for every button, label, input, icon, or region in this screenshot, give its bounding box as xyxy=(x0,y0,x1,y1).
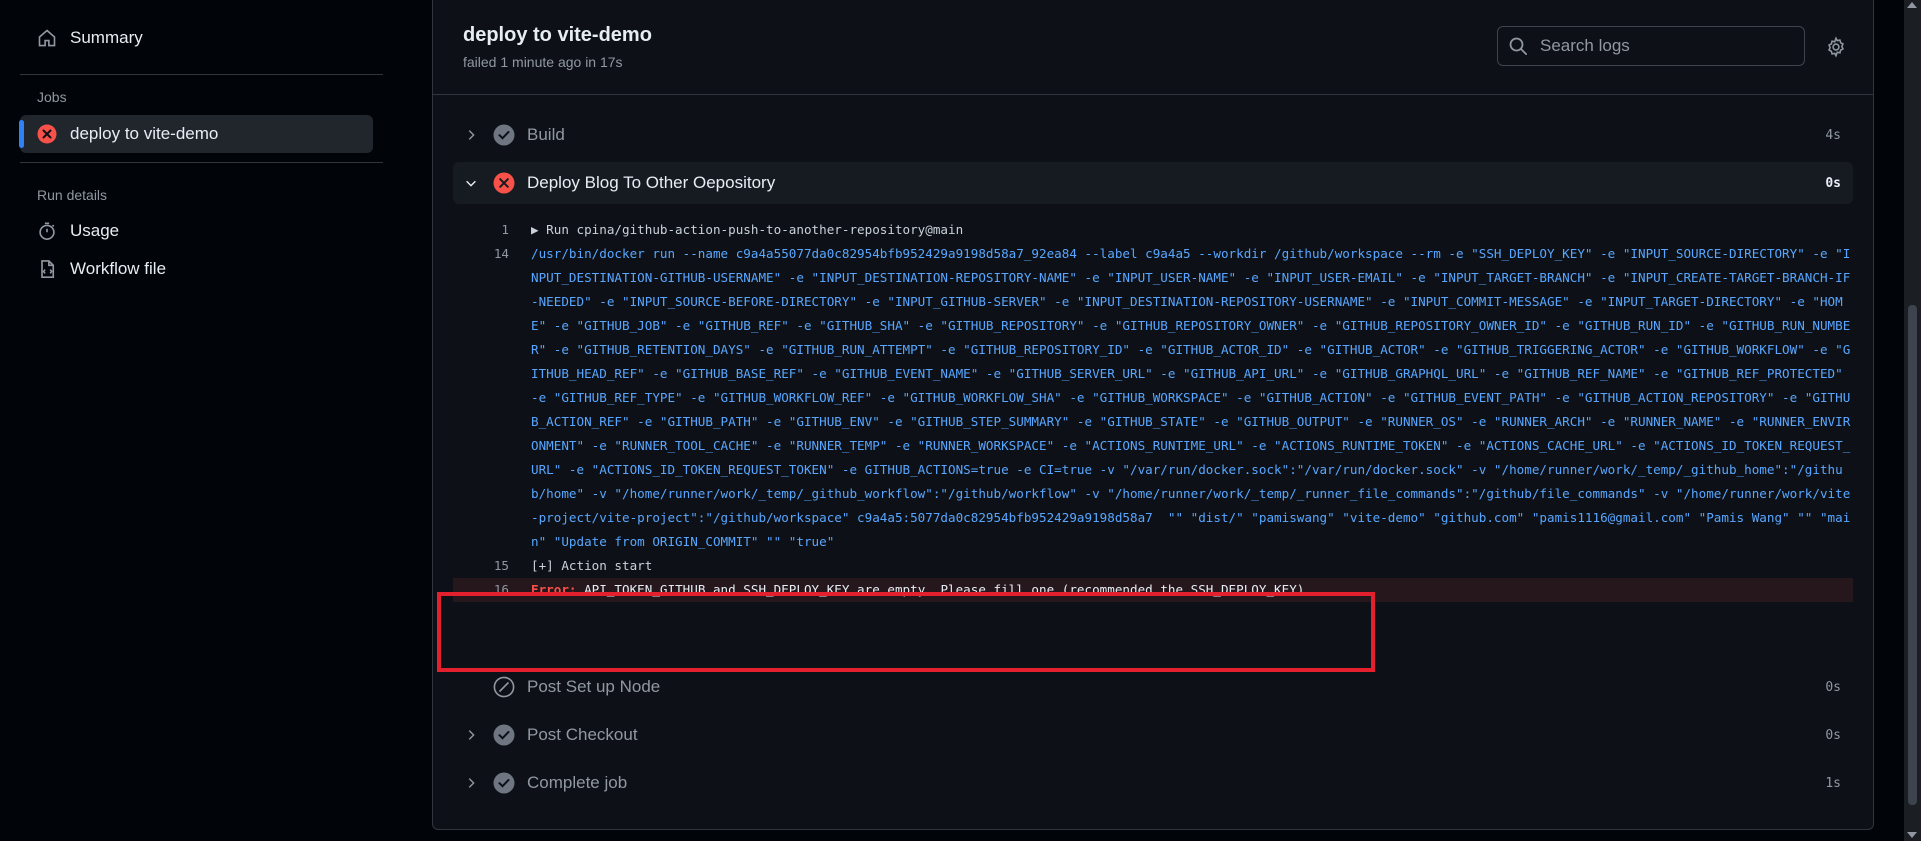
step-name: Post Checkout xyxy=(527,725,638,744)
step-name: Complete job xyxy=(527,773,628,792)
step-name: Deploy Blog To Other Oepository xyxy=(527,173,776,192)
job-header: deploy to vite-demo failed 1 minute ago … xyxy=(433,0,1873,95)
step-name: Build xyxy=(527,125,565,144)
log-line[interactable]: 14 /usr/bin/docker run --name c9a4a55077… xyxy=(453,242,1853,554)
step-duration: 0s xyxy=(1825,175,1841,191)
step-name: Post Set up Node xyxy=(527,677,661,696)
step-build[interactable]: Build 4s xyxy=(453,114,1853,156)
error-highlight-annotation xyxy=(437,592,1375,672)
sidebar-item-label: deploy to vite-demo xyxy=(70,124,219,143)
step-log: 1 ▶ Run cpina/github-action-push-to-anot… xyxy=(453,218,1853,602)
log-line-text: ▶ Run cpina/github-action-push-to-anothe… xyxy=(531,222,964,237)
log-line-text: /usr/bin/docker run --name c9a4a55077da0… xyxy=(531,246,1851,549)
job-status-subtitle: failed 1 minute ago in 17s xyxy=(463,54,623,70)
sidebar-item-label: Summary xyxy=(70,28,143,47)
x-circle-fill-icon xyxy=(493,172,515,194)
sidebar-item-workflow-file[interactable]: Workflow file xyxy=(20,250,373,288)
sidebar-item-summary[interactable]: Summary xyxy=(20,19,373,57)
step-duration: 0s xyxy=(1825,727,1841,743)
log-line[interactable]: 1 ▶ Run cpina/github-action-push-to-anot… xyxy=(453,218,1853,242)
step-deploy-blog[interactable]: Deploy Blog To Other Oepository 0s xyxy=(453,162,1853,204)
job-title: deploy to vite-demo xyxy=(463,24,652,46)
sidebar-divider xyxy=(20,74,383,75)
search-icon xyxy=(1508,36,1528,56)
sidebar-item-usage[interactable]: Usage xyxy=(20,212,373,250)
log-line-number: 1 xyxy=(501,222,509,237)
step-post-checkout[interactable]: Post Checkout 0s xyxy=(453,714,1853,756)
chevron-right-icon xyxy=(461,125,481,145)
job-log-panel: deploy to vite-demo failed 1 minute ago … xyxy=(432,0,1874,830)
scroll-up-arrow-icon[interactable] xyxy=(1907,2,1917,8)
sidebar-item-label: Workflow file xyxy=(70,259,167,278)
x-circle-fill-icon xyxy=(36,123,58,145)
chevron-right-icon xyxy=(461,773,481,793)
scroll-down-arrow-icon[interactable] xyxy=(1907,832,1917,838)
log-line-number: 15 xyxy=(493,558,509,573)
stopwatch-icon xyxy=(36,220,58,242)
log-line-text: [+] Action start xyxy=(531,558,653,573)
scrollbar-thumb[interactable] xyxy=(1908,305,1917,805)
step-duration: 4s xyxy=(1825,127,1841,143)
log-line[interactable]: 15 [+] Action start xyxy=(453,554,1853,578)
jobs-heading: Jobs xyxy=(37,89,67,105)
skipped-icon xyxy=(493,676,515,698)
file-code-icon xyxy=(36,258,58,280)
step-duration: 1s xyxy=(1825,775,1841,791)
chevron-right-icon xyxy=(461,725,481,745)
chevron-down-icon xyxy=(461,173,481,193)
sidebar-item-job[interactable]: deploy to vite-demo xyxy=(19,115,373,153)
step-post-setup-node[interactable]: Post Set up Node 0s xyxy=(453,666,1853,708)
sidebar: Summary Jobs deploy to vite-demo Run det… xyxy=(0,0,433,841)
step-duration: 0s xyxy=(1825,679,1841,695)
search-logs[interactable] xyxy=(1497,26,1805,66)
chevron-placeholder xyxy=(461,677,481,697)
sidebar-item-label: Usage xyxy=(70,221,120,240)
search-logs-input[interactable] xyxy=(1538,35,1782,57)
home-icon xyxy=(36,27,58,49)
run-details-heading: Run details xyxy=(37,187,108,203)
check-circle-icon xyxy=(493,124,515,146)
step-complete-job[interactable]: Complete job 1s xyxy=(453,762,1853,804)
check-circle-icon xyxy=(493,772,515,794)
check-circle-icon xyxy=(493,724,515,746)
gear-icon[interactable] xyxy=(1825,36,1847,58)
sidebar-divider xyxy=(20,162,383,163)
log-line-number: 14 xyxy=(493,246,509,261)
